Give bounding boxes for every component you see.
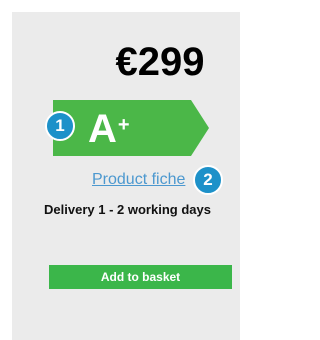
energy-class-rating: A+ (88, 103, 130, 155)
energy-label-arrow[interactable] (53, 100, 209, 156)
energy-arrow-shape (53, 100, 209, 156)
delivery-info: Delivery 1 - 2 working days (44, 202, 211, 217)
add-to-basket-button[interactable]: Add to basket (49, 265, 232, 289)
product-fiche-link[interactable]: Product fiche (92, 170, 185, 190)
energy-class-letter: A (88, 107, 117, 151)
annotation-badge-2: 2 (193, 165, 223, 195)
annotation-badge-1: 1 (45, 111, 75, 141)
price: €299 (115, 40, 205, 84)
energy-class-suffix: + (117, 114, 130, 136)
